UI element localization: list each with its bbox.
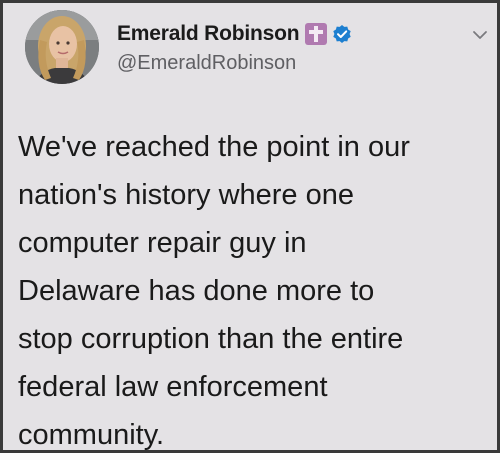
author-display-name[interactable]: Emerald Robinson bbox=[117, 22, 300, 46]
tweet-header: Emerald Robinson @EmeraldRobinson bbox=[15, 10, 487, 90]
tweet-text-line: stop corruption than the entire bbox=[18, 323, 404, 355]
tweet-text-line: computer repair guy in bbox=[18, 227, 307, 259]
screenshot-frame: Emerald Robinson @EmeraldRobinson We've … bbox=[0, 0, 500, 453]
author-handle[interactable]: @EmeraldRobinson bbox=[117, 52, 296, 75]
tweet-card[interactable]: Emerald Robinson @EmeraldRobinson We've … bbox=[3, 3, 497, 450]
chevron-down-icon[interactable] bbox=[471, 28, 489, 42]
avatar[interactable] bbox=[25, 10, 99, 84]
tweet-text-line: Delaware has done more to bbox=[18, 275, 375, 307]
verified-icon bbox=[333, 25, 352, 43]
tweet-text-line: community. bbox=[18, 419, 165, 450]
avatar-image bbox=[25, 10, 99, 84]
tweet-text-line: federal law enforcement bbox=[18, 371, 328, 403]
tweet-text-line: nation's history where one bbox=[18, 179, 355, 211]
cross-icon bbox=[305, 23, 328, 45]
author-name-row: Emerald Robinson bbox=[117, 21, 352, 47]
tweet-text: We've reached the point in our nation's … bbox=[18, 123, 488, 450]
tweet-text-line: We've reached the point in our bbox=[18, 131, 410, 163]
